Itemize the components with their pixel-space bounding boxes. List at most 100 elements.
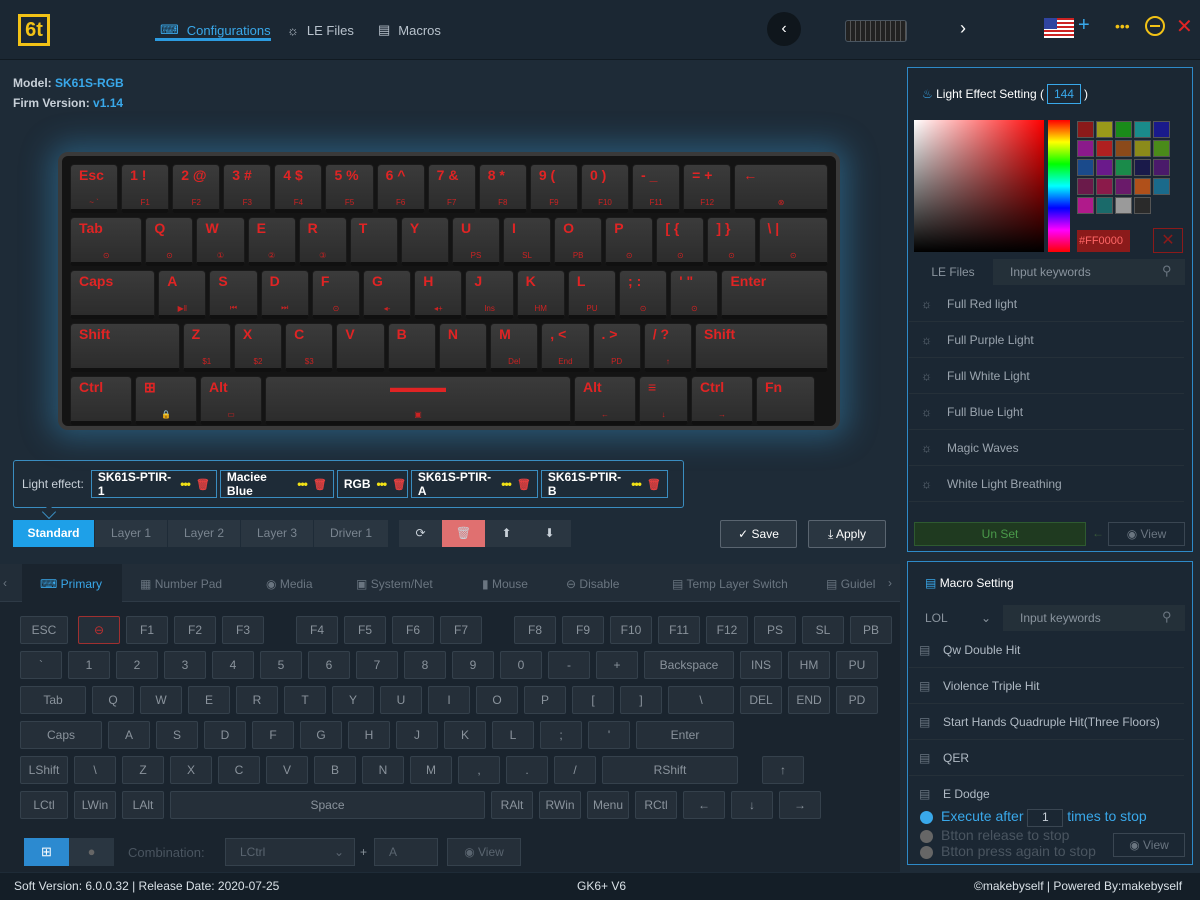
light-effect-chip[interactable]: RGB ••• 🗑 [336, 470, 408, 498]
keycap[interactable]: Esc ~ ` [70, 164, 119, 213]
trash-icon[interactable]: 🗑 [517, 478, 531, 491]
keycap[interactable]: Shift [695, 323, 829, 372]
virtual-key[interactable]: LCtl [20, 791, 68, 819]
keycap[interactable]: ▬▬▬▬ ▣ [265, 376, 571, 425]
keycap[interactable]: B [387, 323, 436, 372]
keycap[interactable]: Q ⊙ [145, 217, 194, 266]
virtual-key[interactable]: ' [588, 721, 630, 749]
virtual-key[interactable]: PU [836, 651, 878, 679]
color-swatch[interactable] [1115, 197, 1132, 214]
le-file-item[interactable]: ☼ White Light Breathing [909, 466, 1184, 502]
virtual-key[interactable]: LWin [74, 791, 116, 819]
color-swatch[interactable] [1077, 121, 1094, 138]
virtual-key[interactable]: PS [754, 616, 796, 644]
keycap[interactable]: Caps [70, 270, 156, 319]
combination-key-input[interactable]: A [374, 838, 438, 866]
keycap[interactable]: M Del [490, 323, 539, 372]
trash-icon[interactable]: 🗑 [196, 478, 210, 491]
color-swatch[interactable] [1096, 140, 1113, 157]
category-tab[interactable]: ▤ Temp Layer Switch [654, 564, 808, 602]
color-swatch[interactable] [1096, 159, 1113, 176]
apply-button[interactable]: ⤓ Apply [808, 520, 886, 548]
keycap[interactable]: Ctrl [70, 376, 132, 425]
category-tab[interactable]: ▦ Number Pad [122, 564, 248, 602]
press-again-stop-option[interactable]: Btton press again to stop [920, 843, 1096, 859]
more-button[interactable]: ••• [1115, 18, 1130, 34]
macro-view-button[interactable]: ◉ View [1113, 833, 1185, 857]
keycap[interactable]: , < End [541, 323, 590, 372]
le-search-input[interactable]: Input keywords [1010, 265, 1091, 279]
virtual-key[interactable]: 8 [404, 651, 446, 679]
keycap[interactable]: 0 ) F10 [580, 164, 630, 213]
virtual-key[interactable]: . [506, 756, 548, 784]
virtual-key[interactable]: SL [802, 616, 844, 644]
layer-3[interactable]: Layer 3 [241, 520, 314, 547]
color-swatch[interactable] [1115, 178, 1132, 195]
virtual-key[interactable]: F5 [344, 616, 386, 644]
layer-2[interactable]: Layer 2 [168, 520, 241, 547]
virtual-key[interactable]: 3 [164, 651, 206, 679]
virtual-key[interactable]: , [458, 756, 500, 784]
keycap[interactable]: C $3 [285, 323, 334, 372]
category-tab[interactable]: ◉ Media [248, 564, 338, 602]
virtual-key[interactable]: 1 [68, 651, 110, 679]
hue-slider[interactable] [1048, 120, 1070, 252]
color-swatch[interactable] [1134, 121, 1151, 138]
virtual-key[interactable]: Backspace [644, 651, 734, 679]
combination-view-button[interactable]: ◉ View [447, 838, 521, 866]
virtual-key[interactable]: F9 [562, 616, 604, 644]
keycap[interactable]: F ⊙ [311, 270, 361, 319]
virtual-key[interactable]: 4 [212, 651, 254, 679]
virtual-key[interactable]: RAlt [491, 791, 533, 819]
virtual-key[interactable]: Y [332, 686, 374, 714]
modifier-select[interactable]: LCtrl ⌄ [225, 838, 355, 866]
keycap[interactable]: X $2 [233, 323, 283, 372]
le-files-tab[interactable]: LE Files [913, 259, 993, 285]
keycap[interactable]: [ {⊙ [656, 217, 705, 266]
keycap[interactable]: / ? ↑ [643, 323, 692, 372]
macro-item[interactable]: ▤ Violence Triple Hit [909, 668, 1184, 704]
keycap[interactable]: \ | ⊙ [758, 217, 828, 266]
download-button[interactable]: ⬇ [528, 520, 571, 547]
refresh-button[interactable]: ⟳ [399, 520, 442, 547]
category-tab[interactable]: ⌨ Primary [22, 564, 122, 602]
color-swatch[interactable] [1077, 197, 1094, 214]
color-swatch[interactable] [1134, 159, 1151, 176]
virtual-key[interactable]: O [476, 686, 518, 714]
virtual-key[interactable]: Tab [20, 686, 86, 714]
virtual-key[interactable]: 6 [308, 651, 350, 679]
keycap[interactable]: 7 & F7 [427, 164, 476, 213]
light-effect-chip[interactable]: Maciee Blue ••• 🗑 [219, 470, 334, 498]
color-swatch[interactable] [1153, 140, 1170, 157]
le-file-item[interactable]: ☼ Magic Waves [909, 430, 1184, 466]
apple-os-button[interactable]: ● [69, 838, 114, 866]
next-device-button[interactable]: › [960, 18, 966, 39]
virtual-key[interactable]: G [300, 721, 342, 749]
virtual-key[interactable]: RShift [602, 756, 738, 784]
keycap[interactable]: I SL [503, 217, 552, 266]
virtual-key[interactable]: PD [836, 686, 878, 714]
save-button[interactable]: ✓ Save [720, 520, 797, 548]
virtual-key[interactable]: + [596, 651, 638, 679]
keycap[interactable]: Shift [70, 323, 180, 372]
keycap[interactable]: N [438, 323, 488, 372]
minimize-icon[interactable] [1145, 16, 1165, 36]
keycap[interactable]: P ⊙ [605, 217, 654, 266]
trash-icon[interactable]: 🗑 [313, 478, 327, 491]
color-swatch[interactable] [1077, 178, 1094, 195]
virtual-key[interactable]: M [410, 756, 452, 784]
keycap[interactable]: U PS [451, 217, 501, 266]
virtual-key[interactable]: LShift [20, 756, 68, 784]
delete-button[interactable]: 🗑 [442, 520, 485, 547]
unset-button[interactable]: Un Set [914, 522, 1086, 546]
virtual-key[interactable]: W [140, 686, 182, 714]
keycap[interactable]: Fn [756, 376, 815, 425]
virtual-key[interactable]: RWin [539, 791, 581, 819]
virtual-key[interactable]: F3 [222, 616, 264, 644]
category-tab[interactable]: ▤ Guidel [808, 564, 888, 602]
macro-item[interactable]: ▤ Qw Double Hit [909, 632, 1184, 668]
macro-search-input[interactable]: Input keywords [1020, 611, 1101, 625]
keycap[interactable]: ⊞ 🔒 [135, 376, 197, 425]
color-picker-area[interactable] [914, 120, 1044, 252]
keycap[interactable]: Ctrl → [691, 376, 753, 425]
